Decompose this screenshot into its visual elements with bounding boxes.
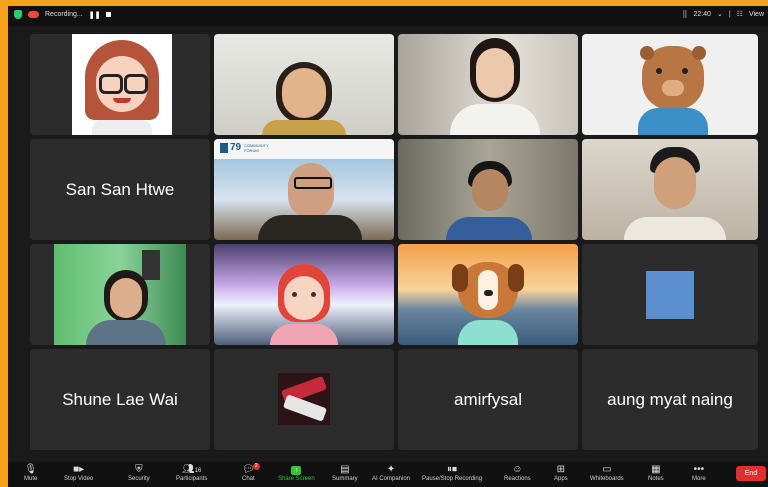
- security-button[interactable]: ⛨ Security: [128, 464, 150, 482]
- chat-icon: 💬︎ 2: [242, 463, 260, 476]
- participant-tile[interactable]: [582, 139, 758, 240]
- more-button[interactable]: ••• More: [692, 464, 706, 482]
- sneaker-profile-picture: [278, 373, 330, 425]
- video-grid: San San Htwe 79 COMMUNITY FORUM Shune La…: [30, 34, 758, 454]
- pause-stop-icon: ⏸︎⏹︎: [447, 464, 458, 475]
- participant-tile[interactable]: [30, 244, 210, 345]
- participant-name: San San Htwe: [65, 179, 175, 199]
- dog-avatar: [398, 244, 578, 345]
- pause-recording-icon[interactable]: ❚❚: [89, 11, 101, 19]
- end-meeting-button[interactable]: End: [736, 466, 766, 481]
- forum-banner-number: 79: [230, 142, 242, 153]
- participant-tile[interactable]: [582, 244, 758, 345]
- clock-time: 22:40: [693, 10, 711, 18]
- participant-tile[interactable]: [30, 34, 210, 135]
- meeting-toolbar: 🎙︎ Mute ■▸ Stop Video ⛨ Security 👥︎16 Pa…: [8, 462, 768, 487]
- sparkle-icon: ✦: [386, 464, 396, 475]
- video-feed-virtual-background: 79 COMMUNITY FORUM: [214, 139, 394, 240]
- view-button[interactable]: View: [749, 11, 764, 18]
- redhair-avatar: [214, 244, 394, 345]
- participant-tile[interactable]: Shune Lae Wai: [30, 349, 210, 450]
- stop-recording-icon[interactable]: [106, 12, 112, 17]
- apps-icon: ⊞: [556, 464, 566, 475]
- notes-icon: ▦: [651, 464, 661, 475]
- cartoon-woman-avatar: [72, 34, 172, 135]
- video-feed: [398, 139, 578, 240]
- summary-icon: ▤: [340, 464, 350, 475]
- apps-button[interactable]: ⊞ Apps: [554, 464, 568, 482]
- participants-icon: 👥︎16: [181, 464, 202, 475]
- forum-banner-text: COMMUNITY FORUM: [244, 143, 269, 153]
- participant-tile[interactable]: aung myat naing: [582, 349, 758, 450]
- summary-button[interactable]: ▤ Summary: [332, 464, 358, 482]
- pause-stop-recording-button[interactable]: ⏸︎⏹︎ Pause/Stop Recording: [422, 464, 482, 482]
- cloud-recording-icon: [28, 11, 39, 18]
- participant-tile[interactable]: [398, 244, 578, 345]
- participant-tile[interactable]: [582, 34, 758, 135]
- divider: |: [728, 10, 731, 18]
- video-feed: [398, 34, 578, 135]
- participant-tile[interactable]: 79 COMMUNITY FORUM: [214, 139, 394, 240]
- participant-tile[interactable]: [398, 34, 578, 135]
- participants-count: 16: [194, 468, 202, 474]
- chat-badge: 2: [252, 463, 260, 470]
- participant-tile[interactable]: [214, 244, 394, 345]
- participant-tile[interactable]: amirfysal: [398, 349, 578, 450]
- whiteboards-button[interactable]: ▭ Whiteboards: [590, 464, 624, 482]
- participant-name: Shune Lae Wai: [62, 389, 178, 409]
- video-feed: [214, 34, 394, 135]
- blue-square-profile: [646, 271, 694, 319]
- shield-icon: ⛨: [135, 464, 143, 475]
- smiley-icon: ☺: [512, 464, 523, 475]
- grid-icon: ⣿: [682, 11, 688, 18]
- participant-tile-active-speaker[interactable]: [214, 34, 394, 135]
- microphone-icon: 🎙︎: [24, 464, 38, 475]
- participant-tile[interactable]: San San Htwe: [30, 139, 210, 240]
- video-feed: [582, 139, 758, 240]
- share-screen-button[interactable]: ↑ Share Screen: [278, 464, 315, 482]
- stop-video-button[interactable]: ■▸ Stop Video: [64, 464, 93, 482]
- chevron-down-icon[interactable]: ⌄: [717, 10, 723, 18]
- video-feed: [54, 244, 186, 345]
- participants-button[interactable]: 👥︎16 Participants: [176, 464, 207, 482]
- zoom-meeting-window: Recording... ❚❚ ⣿ 22:40 ⌄ | ☷ View San S…: [8, 6, 768, 487]
- notes-button[interactable]: ▦ Notes: [648, 464, 664, 482]
- ai-companion-button[interactable]: ✦ AI Companion: [372, 464, 410, 482]
- mute-button[interactable]: 🎙︎ Mute: [24, 464, 37, 482]
- bear-avatar: [582, 34, 758, 135]
- ellipsis-icon: •••: [693, 464, 705, 475]
- participant-tile[interactable]: [214, 349, 394, 450]
- whiteboard-icon: ▭: [602, 464, 612, 475]
- participant-tile[interactable]: [398, 139, 578, 240]
- chat-button[interactable]: 💬︎ 2 Chat: [242, 463, 260, 482]
- participant-name: aung myat naing: [607, 389, 733, 409]
- reactions-button[interactable]: ☺ Reactions: [504, 464, 531, 482]
- security-shield-icon[interactable]: [14, 10, 22, 19]
- recording-label: Recording...: [45, 11, 83, 18]
- participant-name: amirfysal: [453, 389, 522, 409]
- top-bar: Recording... ❚❚ ⣿ 22:40 ⌄ | ☷ View: [8, 6, 768, 26]
- camera-icon: ■▸: [73, 464, 85, 475]
- view-grid-icon[interactable]: ☷: [737, 10, 743, 18]
- share-screen-icon: ↑: [291, 464, 302, 476]
